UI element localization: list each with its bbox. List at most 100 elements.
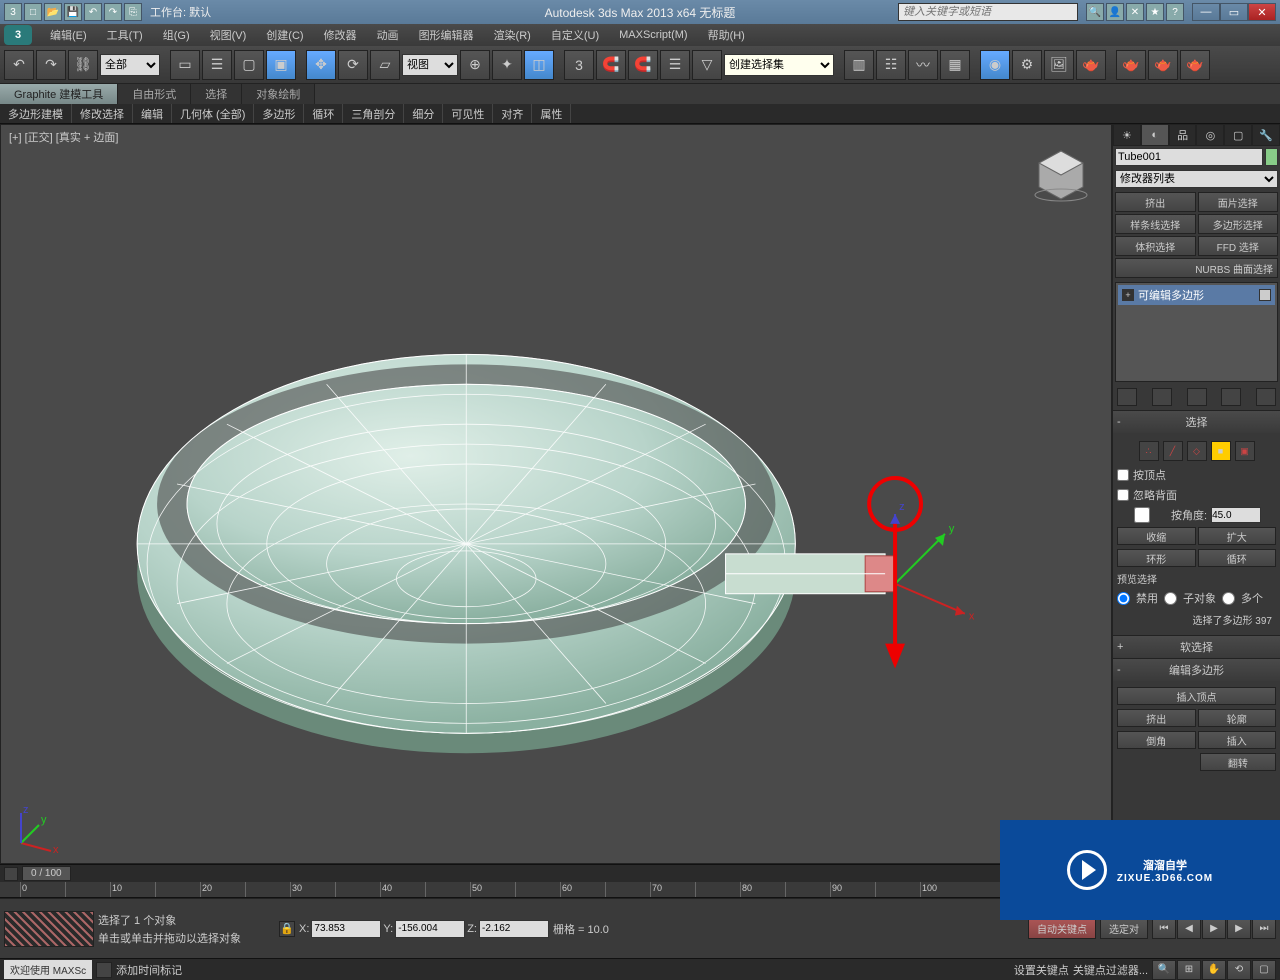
mirror-button[interactable]: ▽ [692,50,722,80]
set-key-button[interactable]: 设置关键点 [1014,962,1069,978]
app-icon[interactable]: 3 [4,3,22,21]
ignore-backfacing-checkbox[interactable] [1117,489,1129,501]
tab-display[interactable]: ▢ [1224,124,1252,146]
pin-stack-button[interactable] [1117,388,1137,406]
configure-sets-button[interactable] [1256,388,1276,406]
modifier-stack[interactable]: + 可编辑多边形 [1115,282,1278,382]
goto-end-button[interactable]: ⏭ [1252,919,1276,939]
new-icon[interactable]: □ [24,3,42,21]
tab-hierarchy[interactable]: 品 [1169,124,1197,146]
percent-snap-button[interactable]: 🧲 [596,50,626,80]
btn-vol-select[interactable]: 体积选择 [1115,236,1196,256]
angle-spinner[interactable] [1211,507,1261,523]
preview-subobj-radio[interactable] [1164,592,1177,605]
zoom-all-button[interactable]: ⊞ [1177,960,1201,980]
insert-vertex-button[interactable]: 插入顶点 [1117,687,1276,705]
panel-properties[interactable]: 属性 [532,104,571,123]
search-icon[interactable]: 🔍 [1086,3,1104,21]
rendered-frame-button[interactable]: 🖼 [1044,50,1074,80]
subobj-border[interactable]: ◇ [1187,441,1207,461]
render-active-button[interactable]: 🫖 [1180,50,1210,80]
panel-subdiv[interactable]: 细分 [404,104,443,123]
signin-icon[interactable]: 👤 [1106,3,1124,21]
menu-grapheditors[interactable]: 图形编辑器 [409,27,484,43]
goto-start-button[interactable]: ⏮ [1152,919,1176,939]
minimize-button[interactable]: — [1192,3,1220,21]
selection-filter[interactable]: 全部 [100,54,160,76]
tab-utilities[interactable]: 🔧 [1252,124,1280,146]
infocenter-search[interactable] [898,3,1078,21]
subobj-vertex[interactable]: ∴ [1139,441,1159,461]
ref-coord-system[interactable]: 视图 [402,54,458,76]
x-coord-input[interactable] [311,920,381,938]
render-prod-button[interactable]: 🫖 [1116,50,1146,80]
window-crossing-button[interactable]: ▣ [266,50,296,80]
edit-named-sets-button[interactable]: ☰ [660,50,690,80]
undo-icon[interactable]: ↶ [84,3,102,21]
manipulate-button[interactable]: ✦ [492,50,522,80]
redo-button[interactable]: ↷ [36,50,66,80]
link-button[interactable]: ⛓ [68,50,98,80]
key-filters-button[interactable]: 关键点过滤器... [1073,962,1148,978]
help-icon[interactable]: ? [1166,3,1184,21]
prev-frame-button[interactable]: ◀ [1177,919,1201,939]
btn-extrude[interactable]: 挤出 [1115,192,1196,212]
menu-group[interactable]: 组(G) [153,27,200,43]
maximize-button[interactable]: ▭ [1220,3,1248,21]
listener-icon[interactable] [96,962,112,978]
tab-freeform[interactable]: 自由形式 [118,84,191,104]
flip-button[interactable]: 翻转 [1200,753,1276,771]
panel-align[interactable]: 对齐 [493,104,532,123]
y-coord-input[interactable] [395,920,465,938]
z-coord-input[interactable] [479,920,549,938]
object-name-field[interactable] [1115,148,1263,166]
subobj-edge[interactable]: ╱ [1163,441,1183,461]
exchange-icon[interactable]: ✕ [1126,3,1144,21]
menu-help[interactable]: 帮助(H) [698,27,755,43]
render-setup-button[interactable]: ⚙ [1012,50,1042,80]
menu-edit[interactable]: 编辑(E) [40,27,97,43]
favorite-icon[interactable]: ★ [1146,3,1164,21]
rollout-selection-header[interactable]: -选择 [1113,411,1280,433]
pan-button[interactable]: ✋ [1202,960,1226,980]
panel-tris[interactable]: 三角剖分 [343,104,404,123]
selected-only-button[interactable]: 选定对 [1100,919,1148,939]
panel-polygons[interactable]: 多边形 [254,104,304,123]
close-button[interactable]: ✕ [1248,3,1276,21]
btn-patch-select[interactable]: 面片选择 [1198,192,1279,212]
workspace-selector[interactable]: 工作台: 默认 [150,4,211,20]
subobj-polygon[interactable]: ■ [1211,441,1231,461]
rollout-softselection-header[interactable]: +软选择 [1113,636,1280,658]
by-angle-checkbox[interactable] [1117,507,1167,523]
app-logo[interactable]: 3 [4,25,32,45]
maxscript-listener[interactable]: 欢迎使用 MAXSc [4,960,92,979]
named-selection-sets[interactable]: 创建选择集 [724,54,834,76]
loop-button[interactable]: 循环 [1198,549,1277,567]
frame-indicator[interactable]: 0 / 100 [22,866,71,881]
btn-spline-select[interactable]: 样条线选择 [1115,214,1196,234]
max-toggle-button[interactable]: ▢ [1252,960,1276,980]
panel-geometry[interactable]: 几何体 (全部) [172,104,254,123]
panel-modifysel[interactable]: 修改选择 [72,104,133,123]
snap-button[interactable]: ◫ [524,50,554,80]
grow-button[interactable]: 扩大 [1198,527,1277,545]
time-config-icon[interactable] [4,867,18,881]
orbit-button[interactable]: ⟲ [1227,960,1251,980]
curve-editor-button[interactable]: 〰 [908,50,938,80]
stack-expand-icon[interactable]: + [1122,289,1134,301]
remove-modifier-button[interactable] [1221,388,1241,406]
render-iter-button[interactable]: 🫖 [1148,50,1178,80]
add-time-tag[interactable]: 添加时间标记 [116,962,182,978]
subobj-element[interactable]: ▣ [1235,441,1255,461]
search-input[interactable] [898,3,1078,21]
panel-loops[interactable]: 循环 [304,104,343,123]
play-button[interactable]: ▶ [1202,919,1226,939]
menu-rendering[interactable]: 渲染(R) [484,27,541,43]
rotate-button[interactable]: ⟳ [338,50,368,80]
zoom-button[interactable]: 🔍 [1152,960,1176,980]
align-button[interactable]: ▥ [844,50,874,80]
save-icon[interactable]: 💾 [64,3,82,21]
tab-motion[interactable]: ◎ [1196,124,1224,146]
undo-button[interactable]: ↶ [4,50,34,80]
timeline-selection-handle[interactable] [4,911,94,947]
